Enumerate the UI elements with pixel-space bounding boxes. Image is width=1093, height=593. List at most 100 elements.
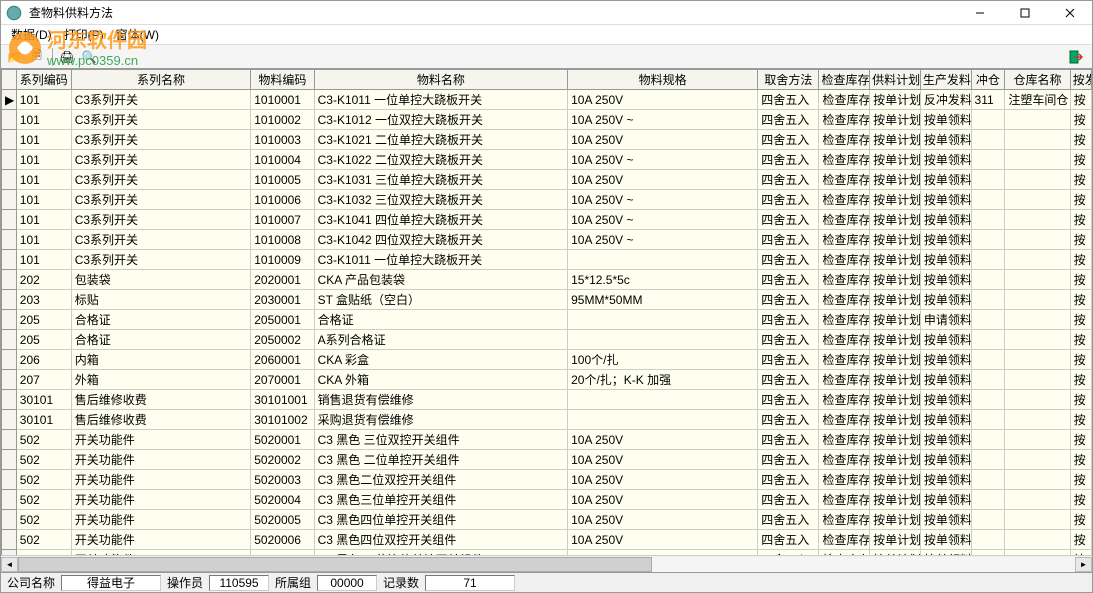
cell-mat-name[interactable]: CKA 产品包装袋 (314, 270, 567, 290)
table-row[interactable]: 101C3系列开关1010002C3-K1012 一位双控大跷板开关10A 25… (2, 110, 1092, 130)
cell-mat-name[interactable]: CKA 外箱 (314, 370, 567, 390)
cell-plan[interactable]: 按单计划 (870, 410, 921, 430)
minimize-button[interactable] (957, 1, 1002, 25)
cell-series-name[interactable]: C3系列开关 (71, 150, 251, 170)
cell-warehouse[interactable] (1005, 410, 1070, 430)
close-button[interactable] (1047, 1, 1092, 25)
cell-check[interactable]: 检查库存 (819, 210, 870, 230)
row-marker[interactable] (2, 370, 17, 390)
cell-chongku[interactable] (971, 290, 1005, 310)
cell-plan[interactable]: 按单计划 (870, 330, 921, 350)
cell-series-code[interactable]: 101 (16, 210, 71, 230)
cell-mat-name[interactable]: ST 盒贴纸（空白） (314, 290, 567, 310)
table-row[interactable]: 202包装袋2020001CKA 产品包装袋15*12.5*5c四舍五入检查库存… (2, 270, 1092, 290)
col-mat-spec[interactable]: 物料规格 (568, 70, 758, 90)
cell-series-code[interactable]: 30101 (16, 410, 71, 430)
cell-warehouse[interactable] (1005, 150, 1070, 170)
cell-series-code[interactable]: 101 (16, 90, 71, 110)
col-mat-code[interactable]: 物料编码 (251, 70, 314, 90)
cell-mat-name[interactable]: C3-K1021 二位单控大跷板开关 (314, 130, 567, 150)
row-marker[interactable] (2, 470, 17, 490)
cell-plan[interactable]: 按单计划 (870, 90, 921, 110)
cell-chongku[interactable] (971, 110, 1005, 130)
col-series-code[interactable]: 系列编码 (16, 70, 71, 90)
cell-series-code[interactable]: 207 (16, 370, 71, 390)
cell-series-code[interactable]: 202 (16, 270, 71, 290)
table-row[interactable]: 101C3系列开关1010008C3-K1042 四位双控大跷板开关10A 25… (2, 230, 1092, 250)
cell-series-code[interactable]: 206 (16, 350, 71, 370)
cell-method[interactable]: 四舍五入 (758, 130, 819, 150)
cell-plan[interactable]: 按单计划 (870, 190, 921, 210)
cell-plan[interactable]: 按单计划 (870, 170, 921, 190)
menu-print[interactable]: 打印(P) (58, 26, 110, 43)
cell-warehouse[interactable] (1005, 170, 1070, 190)
cell-mat-name[interactable]: C3-K1011 一位单控大跷板开关 (314, 90, 567, 110)
cell-plan[interactable]: 按单计划 (870, 110, 921, 130)
cell-method[interactable]: 四舍五入 (758, 330, 819, 350)
cell-last[interactable]: 按 (1070, 250, 1091, 270)
table-row[interactable]: 502开关功能件5020005C3 黑色四位单控开关组件10A 250V四舍五入… (2, 510, 1092, 530)
cell-series-code[interactable]: 502 (16, 510, 71, 530)
row-marker[interactable] (2, 310, 17, 330)
cell-check[interactable]: 检查库存 (819, 150, 870, 170)
cell-plan[interactable]: 按单计划 (870, 450, 921, 470)
col-chongku[interactable]: 冲仓 (971, 70, 1005, 90)
cell-plan[interactable]: 按单计划 (870, 510, 921, 530)
table-row[interactable]: 502开关功能件5020002C3 黑色 二位单控开关组件10A 250V四舍五… (2, 450, 1092, 470)
cell-mat-code[interactable]: 2050001 (251, 310, 314, 330)
cell-plan[interactable]: 按单计划 (870, 290, 921, 310)
cell-prod[interactable]: 按单领料 (920, 210, 971, 230)
scroll-right-button[interactable]: ► (1075, 557, 1092, 572)
cell-chongku[interactable] (971, 230, 1005, 250)
cell-chongku[interactable] (971, 150, 1005, 170)
cell-prod[interactable]: 按单领料 (920, 470, 971, 490)
cell-prod[interactable]: 按单领料 (920, 150, 971, 170)
cell-plan[interactable]: 按单计划 (870, 530, 921, 550)
table-row[interactable]: 101C3系列开关1010004C3-K1022 二位双控大跷板开关10A 25… (2, 150, 1092, 170)
cell-mat-code[interactable]: 1010008 (251, 230, 314, 250)
cell-mat-code[interactable]: 2060001 (251, 350, 314, 370)
row-marker[interactable] (2, 230, 17, 250)
cell-last[interactable]: 按 (1070, 110, 1091, 130)
cell-last[interactable]: 按 (1070, 370, 1091, 390)
cell-prod[interactable]: 按单领料 (920, 170, 971, 190)
cell-series-name[interactable]: C3系列开关 (71, 170, 251, 190)
cell-chongku[interactable] (971, 550, 1005, 556)
cell-series-name[interactable]: 标贴 (71, 290, 251, 310)
cell-chongku[interactable] (971, 430, 1005, 450)
cell-mat-name[interactable]: C3-K1022 二位双控大跷板开关 (314, 150, 567, 170)
cell-warehouse[interactable] (1005, 390, 1070, 410)
cell-warehouse[interactable] (1005, 350, 1070, 370)
cell-mat-code[interactable]: 5020003 (251, 470, 314, 490)
cell-chongku[interactable] (971, 250, 1005, 270)
cell-last[interactable]: 按 (1070, 530, 1091, 550)
cell-mat-name[interactable]: 合格证 (314, 310, 567, 330)
cell-mat-code[interactable]: 1010007 (251, 210, 314, 230)
cell-prod[interactable]: 申请领料 (920, 310, 971, 330)
cell-series-name[interactable]: 开关功能件 (71, 450, 251, 470)
cell-mat-spec[interactable] (568, 310, 758, 330)
row-marker[interactable]: ▶ (2, 90, 17, 110)
cell-prod[interactable]: 按单领料 (920, 530, 971, 550)
row-marker[interactable] (2, 510, 17, 530)
cell-method[interactable]: 四舍五入 (758, 170, 819, 190)
cell-method[interactable]: 四舍五入 (758, 550, 819, 556)
cell-mat-name[interactable]: C3-K1031 三位单控大跷板开关 (314, 170, 567, 190)
cell-prod[interactable]: 按单领料 (920, 130, 971, 150)
cell-check[interactable]: 检查库存 (819, 270, 870, 290)
table-row[interactable]: 101C3系列开关1010009C3-K1011 一位单控大跷板开关四舍五入检查… (2, 250, 1092, 270)
table-row[interactable]: 101C3系列开关1010003C3-K1021 二位单控大跷板开关10A 25… (2, 130, 1092, 150)
cell-mat-name[interactable]: C3 黑色四位双控开关组件 (314, 530, 567, 550)
cell-method[interactable]: 四舍五入 (758, 110, 819, 130)
cell-series-code[interactable]: 205 (16, 330, 71, 350)
cell-plan[interactable]: 按单计划 (870, 210, 921, 230)
cell-series-code[interactable]: 101 (16, 170, 71, 190)
cell-warehouse[interactable] (1005, 510, 1070, 530)
cell-mat-code[interactable]: 30101001 (251, 390, 314, 410)
cell-mat-code[interactable]: 2020001 (251, 270, 314, 290)
cell-series-code[interactable]: 502 (16, 470, 71, 490)
cell-mat-code[interactable]: 5020005 (251, 510, 314, 530)
cell-mat-spec[interactable]: 10A 250V (568, 430, 758, 450)
cell-prod[interactable]: 按单领料 (920, 390, 971, 410)
cell-warehouse[interactable] (1005, 270, 1070, 290)
